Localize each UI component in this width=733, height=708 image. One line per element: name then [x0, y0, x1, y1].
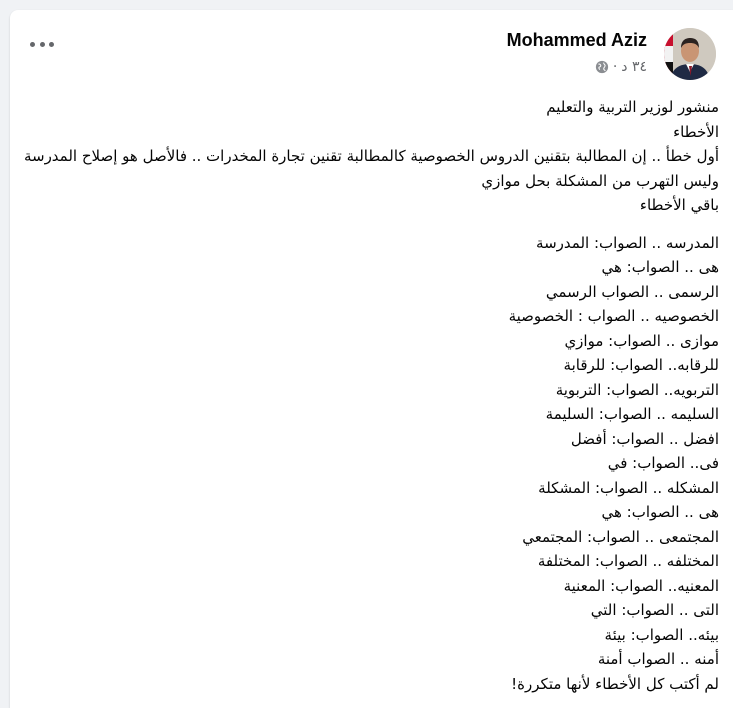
- post-line: الأخطاء: [673, 122, 719, 141]
- dot: [49, 41, 54, 47]
- post-timestamp[interactable]: ٣٤ د: [621, 59, 647, 75]
- correction-line: لم أكتب كل الأخطاء لأنها متكررة!: [511, 674, 719, 693]
- correction-line: بيئه.. الصواب: بيئة: [604, 625, 719, 644]
- correction-line: التى .. الصواب: التي: [590, 601, 719, 619]
- correction-line: التربويه.. الصواب: التربوية: [555, 380, 719, 399]
- corrections-list: المدرسه .. الصواب: المدرسة هى .. الصواب:…: [13, 231, 719, 697]
- correction-line: المجتمعى .. الصواب: المجتمعي: [522, 527, 719, 546]
- post-body: منشور لوزير التربية والتعليم الأخطاء أول…: [13, 95, 719, 696]
- correction-line: افضل .. الصواب: أفضل: [570, 429, 719, 448]
- correction-line: هى .. الصواب: هي: [601, 258, 719, 276]
- dot: [30, 41, 35, 47]
- author-name[interactable]: Mohammed Aziz: [507, 30, 647, 51]
- post-line: وليس التهرب من المشكلة بحل موازي: [481, 171, 719, 190]
- post-meta: ٣٤ د ·: [595, 59, 647, 75]
- correction-line: السليمه .. الصواب: السليمة: [545, 405, 719, 423]
- correction-line: المعنيه.. الصواب: المعنية: [563, 576, 719, 595]
- correction-line: المختلفه .. الصواب: المختلفة: [537, 552, 719, 570]
- correction-line: هى .. الصواب: هي: [601, 503, 719, 521]
- correction-line: أمنه .. الصواب أمنة: [597, 650, 719, 668]
- more-options-icon[interactable]: [30, 36, 54, 52]
- meta-separator: ·: [612, 59, 618, 75]
- correction-line: الخصوصيه .. الصواب : الخصوصية: [508, 307, 719, 325]
- correction-line: فى.. الصواب: في: [607, 454, 719, 472]
- correction-line: موازى .. الصواب: موازي: [564, 331, 719, 350]
- correction-line: للرقابه.. الصواب: للرقابة: [563, 356, 719, 374]
- post-intro: منشور لوزير التربية والتعليم الأخطاء أول…: [13, 95, 719, 218]
- correction-line: المشكله .. الصواب: المشكلة: [538, 478, 719, 497]
- correction-line: الرسمى .. الصواب الرسمي: [545, 282, 719, 301]
- dot: [39, 41, 45, 47]
- correction-line: المدرسه .. الصواب: المدرسة: [536, 233, 719, 252]
- globe-icon[interactable]: [595, 60, 609, 74]
- author-avatar[interactable]: [664, 28, 716, 80]
- post-card: Mohammed Aziz ٣٤ د · منشور لوزير التربية…: [10, 10, 733, 708]
- avatar-image: [664, 28, 716, 80]
- post-line: باقي الأخطاء: [639, 196, 719, 214]
- post-line: منشور لوزير التربية والتعليم: [546, 98, 719, 116]
- post-line: أول خطأ .. إن المطالبة بتقنين الدروس الخ…: [23, 147, 719, 165]
